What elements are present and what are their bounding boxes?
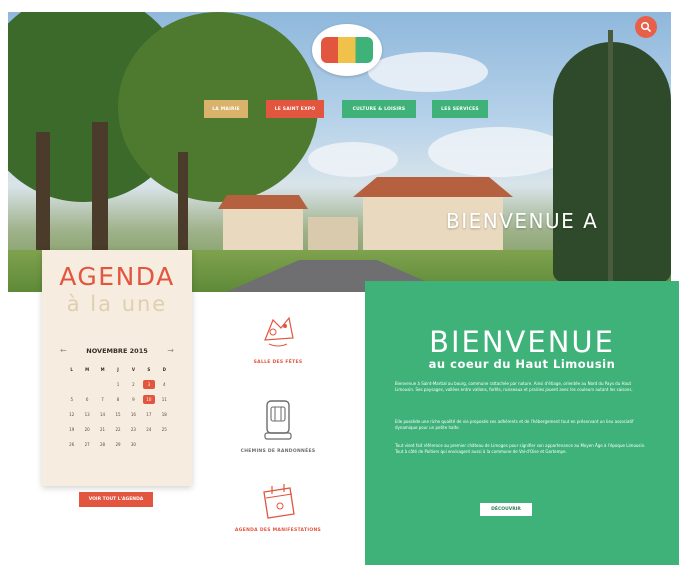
village-logo[interactable] (312, 24, 382, 76)
nav-mairie[interactable]: LA MAIRIE (204, 100, 248, 118)
hero-title: BIENVENUE A (446, 209, 599, 233)
cloud (428, 127, 568, 177)
page: LA MAIRIE LE SAINT EXPO CULTURE & LOISIR… (0, 0, 679, 565)
tree-trunk (36, 132, 50, 250)
agenda-card: AGENDA à la une ← NOVEMBRE 2015 → L M M J V S… (42, 250, 192, 486)
calendar-icon (263, 484, 295, 519)
feature-label: CHEMINS DE RANDONNÉES (240, 449, 316, 454)
calendar-day[interactable]: 15 (110, 410, 125, 419)
month-label: NOVEMBRE 2015 (86, 346, 148, 355)
calendar-day[interactable]: 16 (126, 410, 141, 419)
nav-saint-expo[interactable]: LE SAINT EXPO (266, 100, 324, 118)
welcome-paragraph: Tout vient fait référence au premier châ… (395, 443, 646, 454)
calendar-day[interactable]: 20 (79, 425, 94, 434)
calendar-day[interactable]: 29 (110, 440, 125, 449)
cloud (368, 52, 488, 92)
calendar-day[interactable]: 24 (141, 425, 156, 434)
arrow-left-icon[interactable]: ← (60, 346, 67, 355)
weekday-label: J (117, 367, 119, 372)
calendar-day[interactable]: 10 (143, 395, 155, 404)
calendar-day[interactable]: 22 (110, 425, 125, 434)
feature-agenda-manifestations[interactable]: AGENDA DES MANIFESTATIONS (213, 482, 343, 533)
house (308, 217, 358, 252)
weekday-label: S (147, 367, 151, 372)
nav-culture-loisirs[interactable]: CULTURE & LOISIRS (342, 100, 416, 118)
weekday-label: D (162, 367, 166, 372)
calendar-day[interactable]: 21 (95, 425, 110, 434)
welcome-title: BIENVENUE (429, 325, 615, 359)
calendar-empty (141, 440, 156, 449)
calendar-day[interactable]: 12 (64, 410, 79, 419)
feature-label: AGENDA DES MANIFESTATIONS (234, 528, 322, 533)
weekday-label: M (85, 367, 90, 372)
calendar-day[interactable]: 6 (79, 395, 94, 404)
calendar-grid: L M M J V S D 1 2 3 4 5 6 7 8 9 10 11 12 13 14 15 16 17 18 19 20 21… (64, 365, 172, 449)
arrow-right-icon[interactable]: → (167, 346, 174, 355)
calendar-day[interactable]: 26 (64, 440, 79, 449)
calendar-day[interactable]: 18 (157, 410, 172, 419)
search-icon (640, 21, 652, 33)
calendar-day[interactable]: 1 (110, 380, 125, 389)
logo-mark (321, 37, 373, 63)
calendar-day[interactable]: 8 (110, 395, 125, 404)
house (223, 207, 303, 255)
feature-chemins-randonnees[interactable]: CHEMINS DE RANDONNÉES (213, 395, 343, 454)
calendar-day[interactable]: 27 (79, 440, 94, 449)
feature-label: SALLE DES FÊTES (253, 360, 303, 365)
calendar-day[interactable]: 23 (126, 425, 141, 434)
calendar-day[interactable]: 4 (157, 380, 172, 389)
calendar-day[interactable]: 5 (64, 395, 79, 404)
weekday-label: L (70, 367, 73, 372)
calendar-day[interactable]: 2 (126, 380, 141, 389)
calendar-day[interactable]: 30 (126, 440, 141, 449)
search-button[interactable] (635, 16, 657, 38)
calendar-empty (157, 440, 172, 449)
trail-icon (264, 400, 292, 440)
calendar-day[interactable]: 25 (157, 425, 172, 434)
calendar-empty (95, 380, 110, 389)
welcome-subtitle: au coeur du Haut Limousin (428, 357, 616, 371)
month-navigator: ← NOVEMBRE 2015 → (60, 346, 174, 355)
calendar-empty (64, 380, 79, 389)
tree-trunk (92, 122, 108, 250)
feature-salle-des-fetes[interactable]: SALLE DES FÊTES (213, 308, 343, 365)
calendar-day[interactable]: 19 (64, 425, 79, 434)
calendar-day[interactable]: 7 (95, 395, 110, 404)
calendar-day[interactable]: 3 (143, 380, 155, 389)
cloud (308, 142, 398, 177)
weekday-label: V (131, 367, 135, 372)
welcome-panel: BIENVENUE au coeur du Haut Limousin Bien… (365, 281, 679, 565)
view-agenda-button[interactable]: VOIR TOUT L'AGENDA (79, 492, 153, 507)
agenda-subtitle: à la une (66, 292, 168, 316)
tree-trunk (178, 152, 188, 250)
nav-services[interactable]: LES SERVICES (432, 100, 488, 118)
welcome-paragraph: Elle possède une riche qualité de vie pr… (395, 419, 634, 430)
calendar-day[interactable]: 13 (79, 410, 94, 419)
calendar-day[interactable]: 11 (157, 395, 172, 404)
calendar-day[interactable]: 14 (95, 410, 110, 419)
roof (353, 177, 513, 197)
calendar-day[interactable]: 28 (95, 440, 110, 449)
calendar-day[interactable]: 9 (126, 395, 141, 404)
weekday-label: M (100, 367, 105, 372)
agenda-title: AGENDA (59, 262, 175, 291)
hall-icon (264, 316, 294, 347)
calendar-empty (79, 380, 94, 389)
welcome-paragraph: Bienvenue à Saint-Martial au bourg, comm… (395, 381, 633, 392)
roof (218, 195, 308, 209)
lamp-pole (608, 30, 613, 292)
discover-button[interactable]: DÉCOUVRIR (480, 503, 532, 516)
calendar-day[interactable]: 17 (141, 410, 156, 419)
